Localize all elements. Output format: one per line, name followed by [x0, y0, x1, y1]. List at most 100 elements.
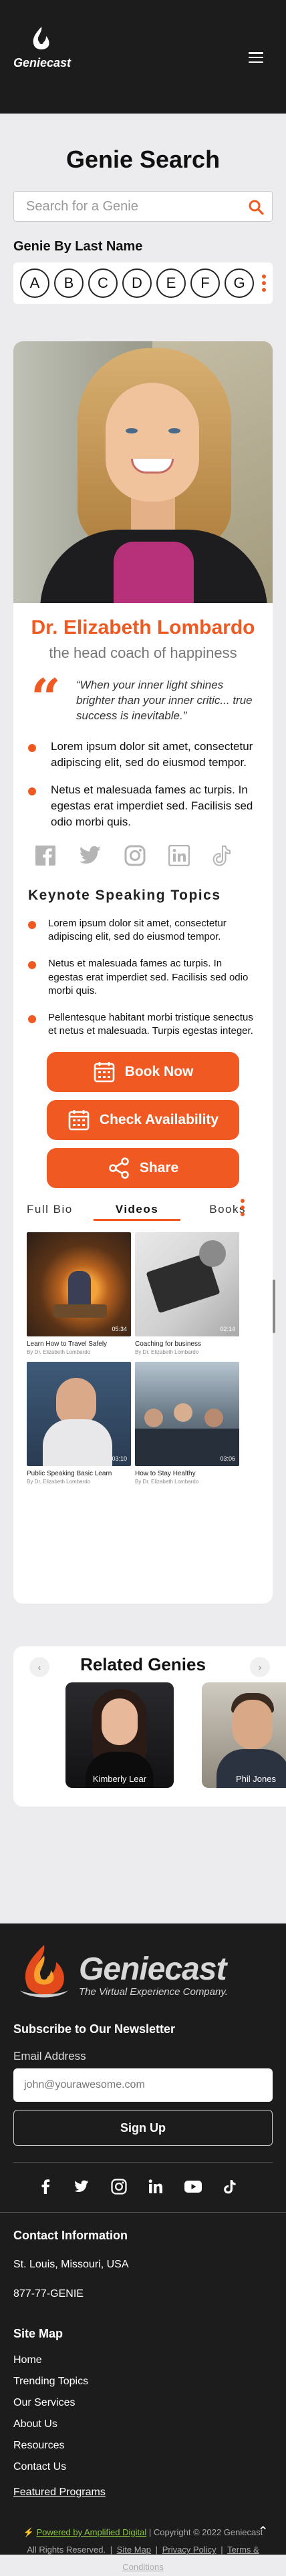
letter-e-button[interactable]: E [156, 268, 186, 298]
tiktok-icon[interactable] [212, 845, 231, 866]
video-title: Coaching for business [135, 1340, 201, 1348]
footer-link-contact-us[interactable]: Contact Us [13, 2461, 286, 2473]
video-author: By Dr. Elizabeth Lombardo [135, 1478, 199, 1485]
related-genie-card[interactable]: Kimberly Lear [65, 1682, 174, 1788]
video-grid: 05:34 Learn How to Travel Safely By Dr. … [27, 1232, 273, 1485]
contact-location: St. Louis, Missouri, USA [13, 2259, 129, 2270]
share-icon [109, 1157, 129, 1179]
letter-d-button[interactable]: D [122, 268, 152, 298]
tab-full-bio[interactable]: Full Bio [27, 1203, 94, 1216]
powered-by-link[interactable]: Powered by Amplified Digital [36, 2527, 146, 2537]
video-title: Learn How to Travel Safely [27, 1340, 108, 1348]
tiktok-icon[interactable] [223, 2179, 237, 2195]
check-availability-button[interactable]: Check Availability [47, 1099, 239, 1140]
instagram-icon[interactable] [111, 2179, 127, 2195]
linkedin-icon[interactable] [168, 844, 190, 866]
more-letters-icon[interactable] [262, 274, 266, 292]
tab-videos[interactable]: Videos [94, 1203, 180, 1221]
rights-text: All Rights Reserved. [27, 2545, 106, 2555]
video-card[interactable]: 03:10 Public Speaking Basic Learn By Dr.… [27, 1361, 131, 1485]
video-author: By Dr. Elizabeth Lombardo [27, 1348, 91, 1355]
header-logo-text: Geniecast [13, 56, 72, 69]
twitter-icon[interactable] [74, 2180, 90, 2193]
video-duration: 03:06 [220, 1455, 235, 1462]
footer-link-our-services[interactable]: Our Services [13, 2397, 286, 2409]
profile-tabs: Full Bio Videos Books [27, 1198, 273, 1221]
video-card[interactable]: 03:06 How to Stay Healthy By Dr. Elizabe… [135, 1361, 239, 1485]
genie-quote: “ “When your inner light shines brighter… [31, 673, 258, 725]
video-thumbnail[interactable]: 02:14 [135, 1232, 239, 1336]
geniecast-flame-icon [20, 1945, 68, 1998]
divider [0, 2212, 286, 2213]
genie-highlights: Lorem ipsum dolor sit amet, consectetur … [28, 739, 258, 830]
letter-a-button[interactable]: A [20, 268, 49, 298]
footer-link-home[interactable]: Home [13, 2354, 286, 2366]
video-duration: 05:34 [112, 1325, 127, 1332]
page-title: Genie Search [65, 146, 221, 173]
share-button[interactable]: Share [47, 1147, 239, 1188]
geniecast-flame-icon [33, 27, 49, 49]
facebook-icon[interactable] [39, 2179, 52, 2194]
video-thumbnail[interactable]: 05:34 [27, 1232, 131, 1336]
search-icon[interactable] [248, 199, 264, 215]
topics-list: Lorem ipsum dolor sit amet, consectetur … [28, 917, 258, 1039]
email-field[interactable]: john@yourawesome.com [13, 2068, 273, 2102]
video-author: By Dr. Elizabeth Lombardo [27, 1478, 91, 1485]
menu-icon[interactable] [249, 52, 263, 63]
more-tabs-icon[interactable] [241, 1198, 245, 1216]
scroll-to-top-icon[interactable]: ⌃ [257, 2523, 269, 2540]
featured-programs-link[interactable]: Featured Programs [13, 2487, 286, 2499]
related-genies: Related Genies ‹ › Kimberly Lear Phil Jo… [13, 1646, 286, 1807]
book-now-label: Book Now [124, 1063, 194, 1079]
related-title: Related Genies [80, 1654, 206, 1674]
chevron-right-icon[interactable]: › [250, 1657, 270, 1677]
footer-link-about-us[interactable]: About Us [13, 2418, 286, 2430]
video-thumbnail[interactable]: 03:10 [27, 1361, 131, 1466]
tab-books[interactable]: Books [180, 1203, 246, 1216]
video-card[interactable]: 02:14 Coaching for business By Dr. Eliza… [135, 1232, 239, 1355]
related-genie-name: Phil Jones [236, 1774, 276, 1784]
letter-b-button[interactable]: B [54, 268, 84, 298]
letter-c-button[interactable]: C [88, 268, 118, 298]
letter-g-button[interactable]: G [225, 268, 254, 298]
calendar-icon [68, 1109, 90, 1130]
site-map-link[interactable]: Site Map [117, 2545, 151, 2555]
contact-phone[interactable]: 877-77-GENIE [13, 2288, 286, 2300]
list-item: Lorem ipsum dolor sit amet, consectetur … [28, 917, 258, 944]
topics-title: Keynote Speaking Topics [28, 887, 221, 903]
video-author: By Dr. Elizabeth Lombardo [135, 1348, 199, 1355]
footer-link-trending-topics[interactable]: Trending Topics [13, 2376, 286, 2388]
contact-title: Contact Information [13, 2229, 128, 2242]
header-logo[interactable]: Geniecast [13, 24, 72, 70]
legal-bar: ⚡ Powered by Amplified Digital | Copyrig… [23, 2527, 263, 2572]
list-item: Lorem ipsum dolor sit amet, consectetur … [28, 739, 258, 771]
video-card[interactable]: 05:34 Learn How to Travel Safely By Dr. … [27, 1232, 131, 1355]
youtube-icon[interactable] [184, 2180, 202, 2193]
search-input[interactable] [14, 192, 272, 221]
twitter-icon[interactable] [79, 846, 102, 866]
video-duration: 03:10 [112, 1455, 127, 1462]
alphabet-label: Genie By Last Name [13, 239, 143, 254]
letter-f-button[interactable]: F [190, 268, 220, 298]
calendar-icon [94, 1061, 114, 1082]
copyright-text: | Copyright © 2022 Geniecast [148, 2527, 263, 2537]
book-now-button[interactable]: Book Now [47, 1051, 239, 1092]
sign-up-button[interactable]: Sign Up [13, 2110, 273, 2146]
search-box [13, 191, 273, 222]
facebook-icon[interactable] [35, 845, 56, 866]
list-item: Pellentesque habitant morbi tristique se… [28, 1011, 258, 1039]
video-title: How to Stay Healthy [135, 1469, 196, 1477]
site-header: Geniecast [0, 0, 286, 114]
list-item: Netus et malesuada fames ac turpis. In e… [28, 957, 258, 998]
video-thumbnail[interactable]: 03:06 [135, 1361, 239, 1466]
amplified-digital-icon: ⚡ [23, 2527, 34, 2537]
video-scrollbar[interactable] [273, 1280, 275, 1333]
linkedin-icon[interactable] [148, 2179, 163, 2194]
related-genie-card[interactable]: Phil Jones [202, 1682, 286, 1788]
divider [13, 2162, 273, 2163]
chevron-left-icon[interactable]: ‹ [29, 1657, 49, 1677]
privacy-policy-link[interactable]: Privacy Policy [162, 2545, 217, 2555]
instagram-icon[interactable] [124, 845, 146, 866]
footer-link-resources[interactable]: Resources [13, 2440, 286, 2452]
footer-logo[interactable]: Geniecast The Virtual Experience Company… [12, 1942, 286, 2006]
